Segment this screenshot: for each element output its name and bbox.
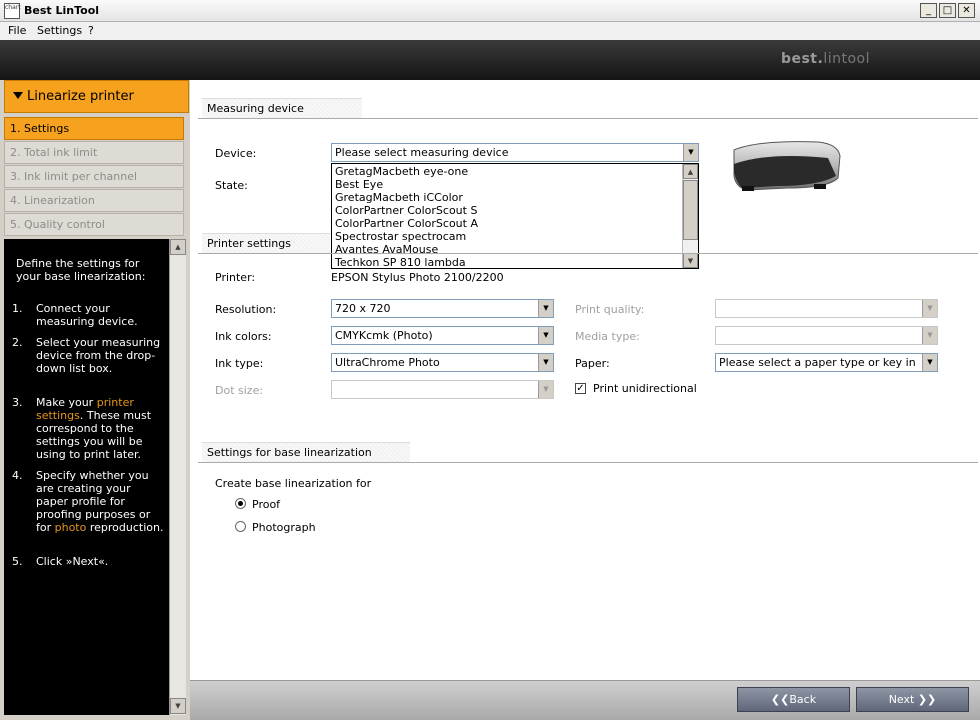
help-panel: Define the settings for your base linear… [4,239,186,715]
print-quality-label: Print quality: [575,303,645,316]
resolution-select[interactable]: 720 x 720 ▼ [331,299,554,318]
back-button[interactable]: ❮❮Back [737,687,850,712]
state-label: State: [215,179,248,192]
app-chart-icon: chart [4,3,21,19]
step-linearization[interactable]: 4. Linearization [4,189,184,212]
left-panel: Linearize printer 1. Settings 2. Total i… [0,80,190,720]
next-button[interactable]: Next ❯❯ [856,687,969,712]
print-quality-select[interactable]: ▼ [715,299,938,318]
printer-value: EPSON Stylus Photo 2100/2200 [331,271,504,284]
menu-settings[interactable]: Settings [37,24,82,37]
chevron-down-icon[interactable]: ▼ [538,354,553,371]
proof-radio[interactable] [235,498,246,509]
step-quality-control[interactable]: 5. Quality control [4,213,184,236]
measuring-device-header: Measuring device [202,98,362,118]
step-settings[interactable]: 1. Settings [4,117,184,140]
title-bar: chart Best LinTool _ □ ✕ [0,0,980,22]
ink-type-label: Ink type: [215,357,264,370]
media-type-label: Media type: [575,330,640,343]
help-scrollbar[interactable]: ▲ ▼ [169,239,186,715]
unidirectional-checkbox[interactable]: ✓ [575,383,586,394]
base-linearization-header: Settings for base linearization [202,442,410,462]
device-label: Device: [215,147,257,160]
chevron-down-icon[interactable]: ▼ [538,327,553,344]
create-base-label: Create base linearization for [215,477,372,490]
scroll-down-icon[interactable]: ▼ [683,253,698,268]
resolution-label: Resolution: [215,303,277,316]
triangle-down-icon [13,92,23,99]
linearize-printer-header[interactable]: Linearize printer [4,80,189,113]
chevron-down-icon[interactable]: ▼ [922,300,937,317]
brand-logo: best.lintool [780,51,870,67]
unidirectional-label: Print unidirectional [593,382,697,395]
menu-help[interactable]: ? [88,24,94,37]
chevron-down-icon[interactable]: ▼ [538,300,553,317]
device-option[interactable]: Techkon SP 810 lambda [335,256,466,269]
device-option[interactable]: Spectrostar spectrocam [335,230,466,243]
proof-label: Proof [252,498,281,511]
chevron-down-icon[interactable]: ▼ [683,144,698,161]
double-chevron-left-icon: ❮❮ [770,693,790,706]
help-intro: Define the settings for your base linear… [16,257,146,283]
device-option[interactable]: GretagMacbeth eye-one [335,165,468,178]
media-type-select[interactable]: ▼ [715,326,938,345]
ink-type-select[interactable]: UltraChrome Photo ▼ [331,353,554,372]
scroll-up-icon[interactable]: ▲ [170,239,186,255]
brand-banner: best.lintool [0,40,980,80]
paper-label: Paper: [575,357,610,370]
ink-colors-select[interactable]: CMYKcmk (Photo) ▼ [331,326,554,345]
device-option[interactable]: ColorPartner ColorScout S [335,204,477,217]
chevron-down-icon[interactable]: ▼ [922,327,937,344]
scroll-down-icon[interactable]: ▼ [170,698,186,714]
measuring-device-image [728,136,846,194]
device-select[interactable]: Please select measuring device ▼ [331,143,699,162]
minimize-icon[interactable]: _ [920,3,937,18]
bottom-nav-bar: ❮❮Back Next ❯❯ [190,680,980,720]
step-total-ink-limit[interactable]: 2. Total ink limit [4,141,184,164]
dot-size-select[interactable]: ▼ [331,380,554,399]
photo-link[interactable]: photo [55,521,87,534]
device-option[interactable]: ColorPartner ColorScout A [335,217,478,230]
dot-size-label: Dot size: [215,384,264,397]
scroll-thumb[interactable] [683,180,698,240]
double-chevron-right-icon: ❯❯ [917,693,937,706]
photograph-label: Photograph [252,521,316,534]
menu-file[interactable]: File [8,24,26,37]
divider [198,118,978,119]
device-option[interactable]: Best Eye [335,178,383,191]
chevron-down-icon[interactable]: ▼ [922,354,937,371]
device-option[interactable]: Avantes AvaMouse [335,243,438,256]
maximize-icon[interactable]: □ [939,3,956,18]
paper-select[interactable]: Please select a paper type or key in ▼ [715,353,938,372]
divider [198,253,978,254]
step-ink-limit-per-channel[interactable]: 3. Ink limit per channel [4,165,184,188]
printer-settings-header: Printer settings [202,233,330,253]
chevron-down-icon[interactable]: ▼ [538,381,553,398]
printer-label: Printer: [215,271,256,284]
divider [198,462,978,463]
close-icon[interactable]: ✕ [958,3,975,18]
photograph-radio[interactable] [235,521,246,532]
menu-bar: File Settings ? [0,22,980,40]
device-option[interactable]: GretagMacbeth iCColor [335,191,463,204]
window-title: Best LinTool [24,4,100,17]
scroll-up-icon[interactable]: ▲ [683,164,698,179]
ink-colors-label: Ink colors: [215,330,272,343]
